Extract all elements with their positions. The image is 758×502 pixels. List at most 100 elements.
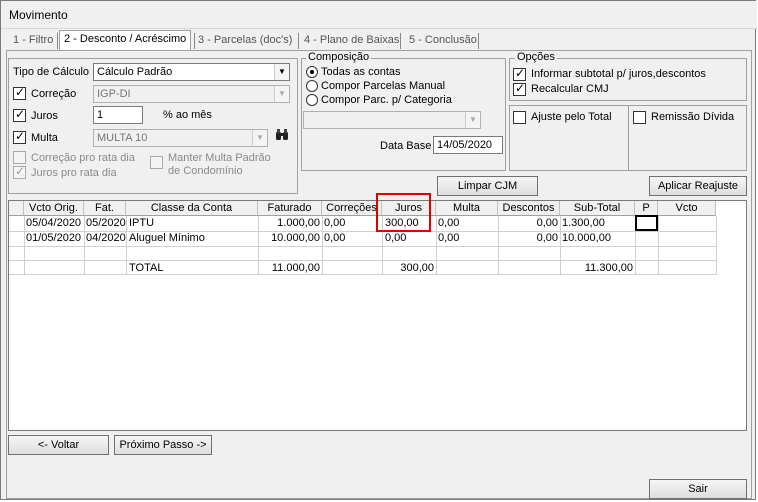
correcao-label: Correção	[31, 88, 77, 100]
juros-pro-rata-label: Juros pro rata dia	[31, 167, 117, 179]
cell-faturado[interactable]: 10.000,00	[258, 231, 320, 246]
chevron-down-icon[interactable]: ▼	[274, 64, 289, 80]
remissao-divida-checkbox[interactable]	[633, 111, 646, 124]
juros-pro-rata-checkbox[interactable]	[13, 164, 26, 179]
correcao-pro-rata-label: Correção pro rata dia	[31, 152, 135, 164]
cell-multa[interactable]: 0,00	[438, 231, 498, 246]
ajuste-total-label: Ajuste pelo Total	[531, 111, 612, 123]
window-title: Movimento	[9, 8, 68, 22]
juros-input[interactable]: 1	[93, 106, 143, 124]
cell-multa[interactable]: 0,00	[438, 216, 498, 231]
grid-row-divider	[9, 246, 716, 247]
radio-compor-manual[interactable]	[306, 80, 318, 92]
tipo-calculo-value: Cálculo Padrão	[97, 66, 173, 78]
radio-compor-categoria-label: Compor Parc. p/ Categoria	[321, 94, 452, 106]
cell-fat[interactable]: 05/2020	[86, 216, 126, 231]
categoria-select[interactable]: ▼	[303, 111, 481, 129]
chevron-down-icon[interactable]: ▼	[465, 112, 480, 128]
col-header-classe[interactable]: Classe da Conta	[126, 201, 258, 216]
col-header-p[interactable]: P	[635, 201, 658, 216]
col-header-correcoes[interactable]: Correções	[322, 201, 382, 216]
tab-desconto-acrescimo[interactable]: 2 - Desconto / Acréscimo	[59, 30, 192, 51]
cell-vcto-orig[interactable]: 01/05/2020	[26, 231, 84, 246]
cell-juros[interactable]: 0,00	[385, 231, 436, 246]
col-header-faturado[interactable]: Faturado	[258, 201, 322, 216]
tipo-calculo-select[interactable]: Cálculo Padrão ▼	[93, 63, 290, 81]
recalcular-cmj-checkbox[interactable]	[513, 81, 526, 96]
title-bar: Movimento	[1, 1, 757, 29]
cell-p-focused[interactable]	[635, 215, 658, 231]
multa-label: Multa	[31, 132, 58, 144]
cell-descontos[interactable]: 0,00	[498, 216, 558, 231]
col-header-fat[interactable]: Fat.	[84, 201, 126, 216]
composicao-title: Composição	[306, 51, 372, 63]
row-indicator	[10, 216, 22, 231]
tab-conclusao[interactable]: 5 - Conclusão	[405, 32, 481, 50]
correcao-checkbox[interactable]	[13, 85, 26, 100]
informar-subtotal-checkbox[interactable]	[513, 66, 526, 81]
cell-classe[interactable]: IPTU	[129, 216, 258, 231]
grid-indicator-header	[9, 201, 24, 216]
cell-faturado[interactable]: 1.000,00	[258, 216, 320, 231]
parcelas-grid[interactable]: Vcto Orig. Fat. Classe da Conta Faturado…	[8, 200, 747, 431]
grid-divider	[716, 216, 717, 275]
radio-todas-contas-label: Todas as contas	[321, 66, 401, 78]
tab-filtro[interactable]: 1 - Filtro	[9, 32, 57, 50]
col-header-multa[interactable]: Multa	[436, 201, 498, 216]
opcoes-title: Opções	[515, 51, 557, 63]
correcao-select[interactable]: IGP-DI ▼	[93, 85, 290, 103]
cell-vcto-orig[interactable]: 05/04/2020	[26, 216, 84, 231]
total-label: TOTAL	[129, 262, 164, 274]
cell-classe[interactable]: Aluguel Mínimo	[129, 231, 258, 246]
juros-unit-label: % ao mês	[163, 109, 212, 121]
radio-todas-contas[interactable]	[306, 66, 318, 78]
sair-button[interactable]: Sair	[649, 479, 747, 499]
cell-subtotal[interactable]: 1.300,00	[562, 216, 635, 231]
total-subtotal: 11.300,00	[584, 262, 633, 274]
tab-plano-baixas[interactable]: 4 - Plano de Baixas	[300, 32, 403, 50]
data-base-input[interactable]: 14/05/2020	[433, 136, 503, 154]
correcao-pro-rata-checkbox[interactable]	[13, 151, 26, 164]
movimento-window: Movimento 1 - Filtro 2 - Desconto / Acré…	[0, 0, 757, 500]
aplicar-reajuste-button[interactable]: Aplicar Reajuste	[649, 176, 747, 196]
remissao-divida-label: Remissão Dívida	[651, 111, 735, 123]
ajuste-total-checkbox[interactable]	[513, 111, 526, 124]
chevron-down-icon[interactable]: ▼	[274, 86, 289, 102]
cell-fat[interactable]: 04/2020	[86, 231, 126, 246]
manter-multa-label-1: Manter Multa Padrão	[168, 152, 271, 164]
chevron-down-icon[interactable]: ▼	[252, 130, 267, 146]
proximo-passo-button[interactable]: Próximo Passo ->	[114, 435, 212, 455]
radio-compor-categoria[interactable]	[306, 94, 318, 106]
informar-subtotal-label: Informar subtotal p/ juros,descontos	[531, 68, 706, 80]
cell-correcoes[interactable]: 0,00	[324, 216, 382, 231]
multa-checkbox[interactable]	[13, 129, 26, 144]
manter-multa-checkbox[interactable]	[150, 156, 163, 169]
limpar-cjm-button[interactable]: Limpar CJM	[437, 176, 538, 196]
col-header-subtotal[interactable]: Sub-Total	[560, 201, 635, 216]
voltar-button[interactable]: <- Voltar	[8, 435, 109, 455]
juros-input-value: 1	[97, 109, 104, 121]
correcao-value: IGP-DI	[97, 88, 131, 100]
total-juros: 300,00	[400, 262, 434, 274]
binoculars-icon[interactable]	[273, 128, 291, 146]
cell-correcoes[interactable]: 0,00	[324, 231, 382, 246]
tab-separator	[400, 33, 401, 49]
radio-compor-manual-label: Compor Parcelas Manual	[321, 80, 446, 92]
juros-checkbox[interactable]	[13, 107, 26, 122]
multa-value: MULTA 10	[97, 132, 148, 144]
tab-separator	[478, 33, 479, 49]
tab-separator	[57, 33, 58, 49]
col-header-descontos[interactable]: Descontos	[498, 201, 560, 216]
multa-select[interactable]: MULTA 10 ▼	[93, 129, 268, 147]
tipo-calculo-label: Tipo de Cálculo	[13, 66, 90, 78]
cell-descontos[interactable]: 0,00	[498, 231, 558, 246]
data-base-label: Data Base	[380, 140, 432, 152]
cell-subtotal[interactable]: 10.000,00	[562, 231, 635, 246]
tab-parcelas[interactable]: 3 - Parcelas (doc's)	[194, 32, 296, 50]
manter-multa-label-2: de Condomínio	[168, 165, 243, 177]
recalcular-cmj-label: Recalcular CMJ	[531, 83, 609, 95]
col-header-vcto-orig[interactable]: Vcto Orig.	[24, 201, 84, 216]
col-header-vcto[interactable]: Vcto	[658, 201, 716, 216]
data-base-value: 14/05/2020	[437, 139, 493, 151]
juros-label: Juros	[31, 110, 58, 122]
